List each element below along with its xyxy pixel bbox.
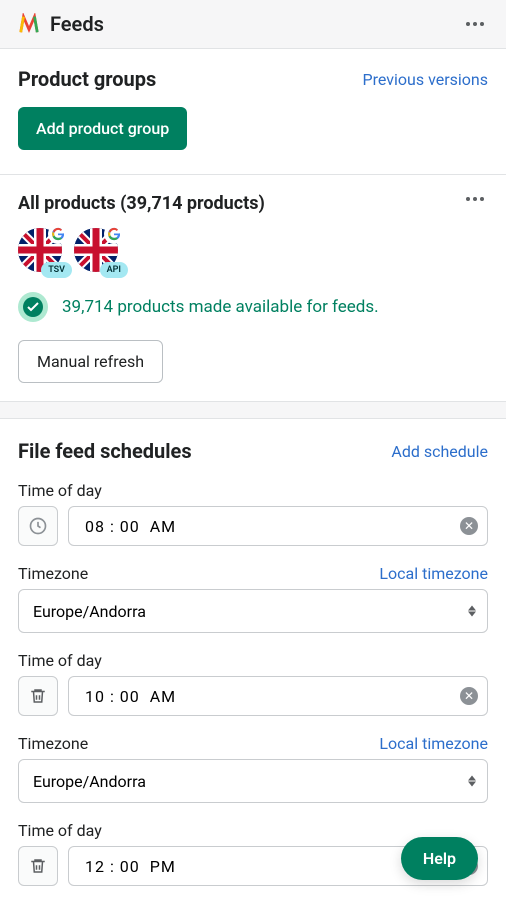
local-timezone-link[interactable]: Local timezone	[379, 564, 488, 583]
feed-flag-label: TSV	[41, 262, 72, 278]
timezone-label: Timezone	[18, 734, 88, 753]
feed-flag-tsv[interactable]: TSV	[18, 228, 62, 272]
trash-icon	[29, 857, 47, 875]
timezone-select[interactable]	[18, 589, 488, 633]
time-of-day-label: Time of day	[18, 481, 488, 500]
all-products-more-button[interactable]	[462, 193, 488, 205]
google-icon	[48, 224, 68, 244]
status-success-icon	[18, 292, 48, 322]
trash-icon	[29, 687, 47, 705]
time-of-day-label: Time of day	[18, 651, 488, 670]
more-menu-button[interactable]	[462, 18, 488, 30]
time-input[interactable]	[68, 506, 488, 546]
schedules-title: File feed schedules	[18, 439, 192, 463]
add-schedule-link[interactable]: Add schedule	[391, 442, 488, 461]
help-button[interactable]: Help	[401, 837, 478, 880]
clear-icon[interactable]: ✕	[460, 687, 478, 705]
status-row: 39,714 products made available for feeds…	[18, 292, 488, 322]
schedules-section: File feed schedules Add schedule Time of…	[0, 419, 506, 906]
product-groups-section: Product groups Previous versions Add pro…	[0, 49, 506, 175]
clear-icon[interactable]: ✕	[460, 517, 478, 535]
section-divider	[0, 401, 506, 419]
delete-schedule-button[interactable]	[18, 676, 58, 716]
time-input[interactable]	[68, 676, 488, 716]
app-logo-icon	[18, 13, 40, 35]
manual-refresh-button[interactable]: Manual refresh	[18, 340, 163, 383]
feed-flag-api[interactable]: API	[74, 228, 118, 272]
delete-schedule-button[interactable]	[18, 846, 58, 886]
feed-flag-label: API	[100, 262, 128, 278]
local-timezone-link[interactable]: Local timezone	[379, 734, 488, 753]
clock-icon	[18, 506, 58, 546]
page-title: Feeds	[50, 12, 104, 36]
timezone-select[interactable]	[18, 759, 488, 803]
app-header: Feeds	[0, 0, 506, 49]
previous-versions-link[interactable]: Previous versions	[363, 70, 488, 89]
header-left: Feeds	[18, 12, 104, 36]
all-products-title: All products (39,714 products)	[18, 193, 265, 214]
feed-flags: TSV API	[18, 228, 488, 272]
product-groups-title: Product groups	[18, 67, 156, 91]
status-text: 39,714 products made available for feeds…	[62, 297, 379, 317]
add-product-group-button[interactable]: Add product group	[18, 107, 187, 150]
google-icon	[104, 224, 124, 244]
timezone-label: Timezone	[18, 564, 88, 583]
all-products-section: All products (39,714 products) TSV	[0, 175, 506, 401]
